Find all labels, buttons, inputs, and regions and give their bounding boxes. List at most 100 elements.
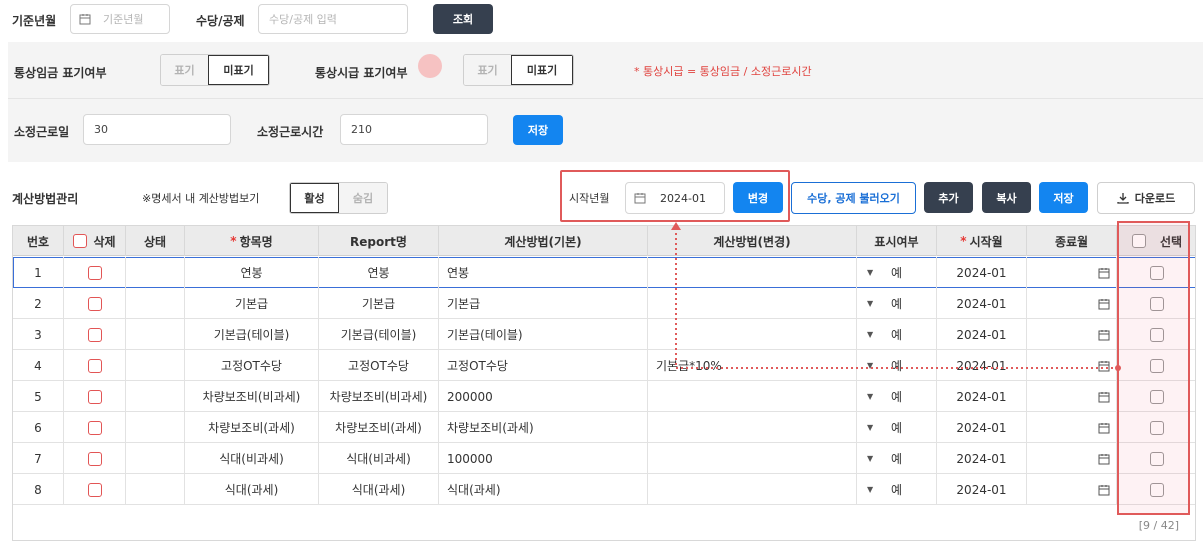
end-month-cell[interactable] (1027, 288, 1117, 319)
table-row[interactable]: 1 연봉 연봉 연봉 ▼ 예 2024-01 (13, 257, 1195, 288)
basic-method[interactable]: 차량보조비(과세) (439, 412, 648, 443)
delete-checkbox[interactable] (87, 451, 102, 466)
display-select[interactable]: ▼ 예 (857, 412, 937, 443)
end-month-cell[interactable] (1027, 350, 1117, 381)
changed-method[interactable] (648, 257, 857, 288)
item-name[interactable]: 식대(비과세) (185, 443, 319, 474)
delete-cell[interactable] (64, 288, 126, 319)
delete-checkbox[interactable] (87, 420, 102, 435)
changed-method[interactable] (648, 288, 857, 319)
start-month-cell[interactable]: 2024-01 (937, 288, 1027, 319)
start-month-cell[interactable]: 2024-01 (937, 319, 1027, 350)
work-days-input[interactable]: 30 (83, 114, 231, 145)
display-select[interactable]: ▼ 예 (857, 288, 937, 319)
delete-cell[interactable] (64, 474, 126, 505)
calc-save-button[interactable]: 저장 (1039, 182, 1088, 213)
load-allowances-button[interactable]: 수당, 공제 불러오기 (791, 182, 916, 214)
basic-method[interactable]: 200000 (439, 381, 648, 412)
changed-method[interactable] (648, 319, 857, 350)
normal-wage-hide[interactable]: 미표기 (208, 55, 269, 85)
end-month-cell[interactable] (1027, 474, 1117, 505)
report-name[interactable]: 식대(과세) (319, 474, 439, 505)
delete-all-checkbox[interactable] (73, 234, 88, 248)
item-name[interactable]: 연봉 (185, 257, 319, 288)
delete-cell[interactable] (64, 443, 126, 474)
start-month-cell[interactable]: 2024-01 (937, 412, 1027, 443)
search-button[interactable]: 조회 (433, 4, 493, 34)
delete-checkbox[interactable] (87, 389, 102, 404)
end-month-cell[interactable] (1027, 319, 1117, 350)
table-row[interactable]: 3 기본급(테이블) 기본급(테이블) 기본급(테이블) ▼ 예 2024-01 (13, 319, 1195, 350)
start-month-cell[interactable]: 2024-01 (937, 474, 1027, 505)
basic-method[interactable]: 기본급 (439, 288, 648, 319)
delete-checkbox[interactable] (87, 358, 102, 373)
base-month-input[interactable]: 기준년월 (70, 4, 170, 34)
report-name[interactable]: 기본급 (319, 288, 439, 319)
change-button[interactable]: 변경 (733, 182, 783, 213)
table-row[interactable]: 6 차량보조비(과세) 차량보조비(과세) 차량보조비(과세) ▼ 예 2024-01 (13, 412, 1195, 443)
item-name[interactable]: 고정OT수당 (185, 350, 319, 381)
end-month-cell[interactable] (1027, 412, 1117, 443)
basic-method[interactable]: 연봉 (439, 257, 648, 288)
basic-method[interactable]: 고정OT수당 (439, 350, 648, 381)
allowance-input[interactable]: 수당/공제 입력 (258, 4, 408, 34)
delete-cell[interactable] (64, 412, 126, 443)
normal-wage-toggle[interactable]: 표기 미표기 (160, 54, 270, 86)
normal-hourly-toggle[interactable]: 표기 미표기 (463, 54, 574, 86)
item-name[interactable]: 차량보조비(과세) (185, 412, 319, 443)
end-month-cell[interactable] (1027, 443, 1117, 474)
start-month-cell[interactable]: 2024-01 (937, 257, 1027, 288)
header-delete[interactable]: 삭제 (64, 226, 126, 256)
table-row[interactable]: 2 기본급 기본급 기본급 ▼ 예 2024-01 (13, 288, 1195, 319)
delete-checkbox[interactable] (87, 482, 102, 497)
item-name[interactable]: 차량보조비(비과세) (185, 381, 319, 412)
report-name[interactable]: 고정OT수당 (319, 350, 439, 381)
end-month-cell[interactable] (1027, 381, 1117, 412)
end-month-cell[interactable] (1027, 257, 1117, 288)
table-row[interactable]: 4 고정OT수당 고정OT수당 고정OT수당 기본급*10% ▼ 예 2024-01 (13, 350, 1195, 381)
normal-wage-show[interactable]: 표기 (161, 55, 209, 85)
normal-hourly-show[interactable]: 표기 (464, 55, 512, 85)
table-row[interactable]: 7 식대(비과세) 식대(비과세) 100000 ▼ 예 2024-01 (13, 443, 1195, 474)
delete-cell[interactable] (64, 319, 126, 350)
start-month-cell[interactable]: 2024-01 (937, 381, 1027, 412)
active-option[interactable]: 활성 (290, 183, 340, 213)
delete-checkbox[interactable] (87, 296, 102, 311)
basic-method[interactable]: 기본급(테이블) (439, 319, 648, 350)
work-save-button[interactable]: 저장 (513, 115, 563, 145)
report-name[interactable]: 연봉 (319, 257, 439, 288)
report-name[interactable]: 기본급(테이블) (319, 319, 439, 350)
display-select[interactable]: ▼ 예 (857, 443, 937, 474)
display-select[interactable]: ▼ 예 (857, 474, 937, 505)
download-button[interactable]: 다운로드 (1097, 182, 1195, 214)
delete-cell[interactable] (64, 257, 126, 288)
item-name[interactable]: 식대(과세) (185, 474, 319, 505)
table-row[interactable]: 8 식대(과세) 식대(과세) 식대(과세) ▼ 예 2024-01 (13, 474, 1195, 505)
normal-hourly-hide[interactable]: 미표기 (511, 55, 573, 85)
changed-method[interactable] (648, 381, 857, 412)
basic-method[interactable]: 100000 (439, 443, 648, 474)
display-select[interactable]: ▼ 예 (857, 350, 937, 381)
copy-button[interactable]: 복사 (982, 182, 1031, 213)
item-name[interactable]: 기본급 (185, 288, 319, 319)
add-button[interactable]: 추가 (924, 182, 973, 213)
delete-cell[interactable] (64, 350, 126, 381)
report-name[interactable]: 차량보조비(비과세) (319, 381, 439, 412)
work-hours-input[interactable]: 210 (340, 114, 488, 145)
report-name[interactable]: 차량보조비(과세) (319, 412, 439, 443)
start-month-cell[interactable]: 2024-01 (937, 443, 1027, 474)
item-name[interactable]: 기본급(테이블) (185, 319, 319, 350)
delete-checkbox[interactable] (87, 265, 102, 280)
hidden-option[interactable]: 숨김 (339, 183, 387, 213)
delete-cell[interactable] (64, 381, 126, 412)
changed-method[interactable] (648, 443, 857, 474)
display-select[interactable]: ▼ 예 (857, 257, 937, 288)
delete-checkbox[interactable] (87, 327, 102, 342)
table-row[interactable]: 5 차량보조비(비과세) 차량보조비(비과세) 200000 ▼ 예 2024-01 (13, 381, 1195, 412)
start-month-cell[interactable]: 2024-01 (937, 350, 1027, 381)
calc-view-toggle[interactable]: 활성 숨김 (289, 182, 388, 214)
basic-method[interactable]: 식대(과세) (439, 474, 648, 505)
display-select[interactable]: ▼ 예 (857, 381, 937, 412)
display-select[interactable]: ▼ 예 (857, 319, 937, 350)
changed-method[interactable]: 기본급*10% (648, 350, 857, 381)
